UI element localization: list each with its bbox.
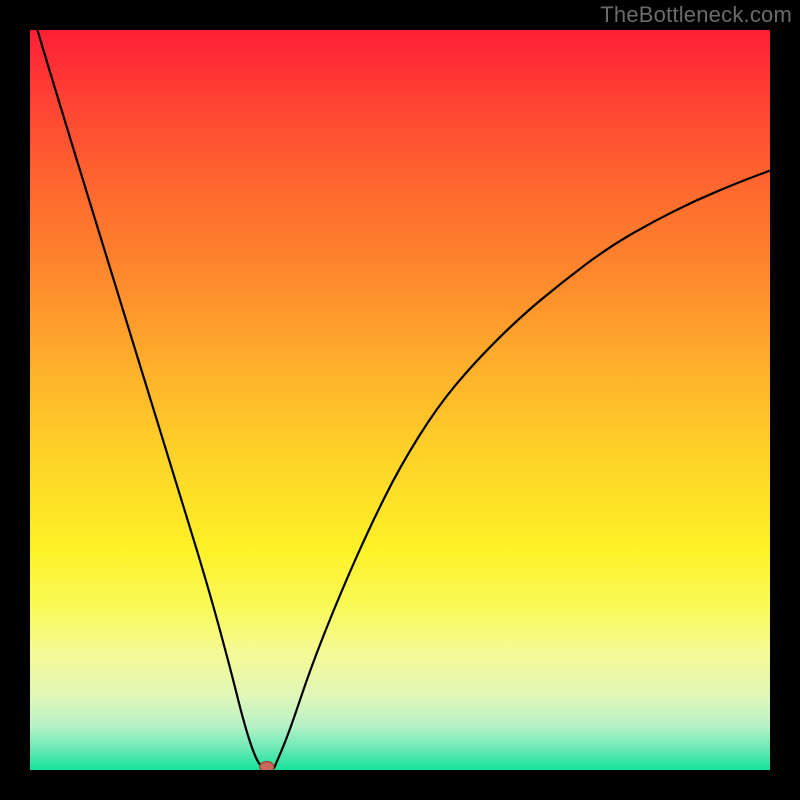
minimum-marker bbox=[260, 762, 274, 771]
plot-area bbox=[30, 30, 770, 770]
bottleneck-curve bbox=[37, 30, 770, 769]
curve-svg bbox=[30, 30, 770, 770]
watermark-text: TheBottleneck.com bbox=[600, 2, 792, 28]
chart-frame: TheBottleneck.com bbox=[0, 0, 800, 800]
